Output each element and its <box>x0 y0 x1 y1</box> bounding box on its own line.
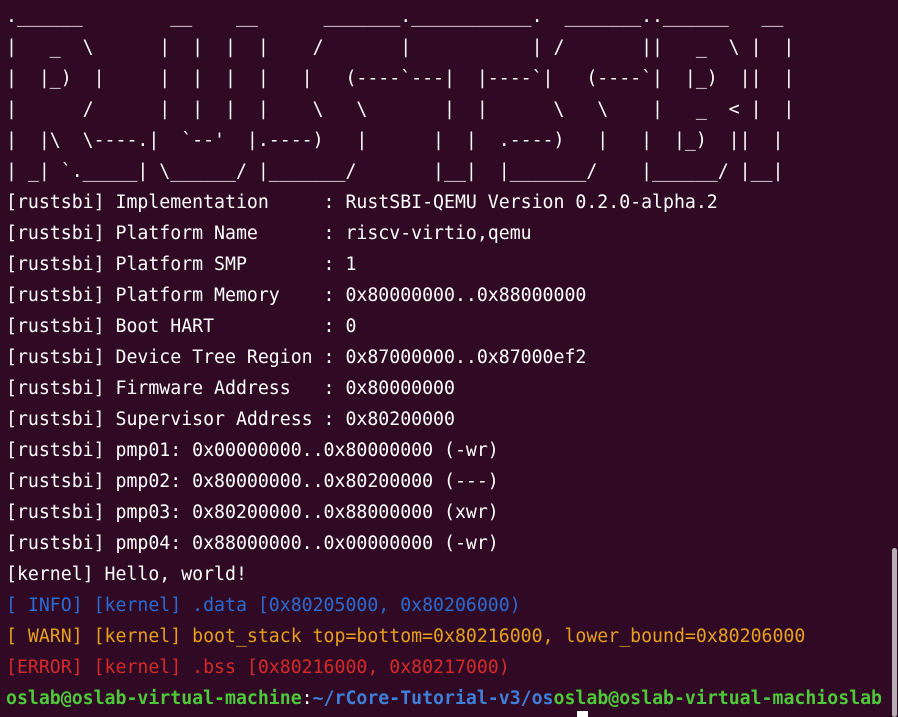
prompt-path: ~/rCore-Tutorial-v3/os <box>312 688 554 709</box>
output-line-platform-smp: [rustsbi] Platform SMP : 1 <box>6 254 357 275</box>
prompt-user-host: oslab@oslab-virtual-machine <box>6 688 302 709</box>
prompt-separator: : <box>301 688 313 709</box>
output-line-kernel-hello: [kernel] Hello, world! <box>6 564 247 585</box>
rustsbi-ascii-logo: .______ __ __ _______.___________. _____… <box>6 6 795 182</box>
output-line-pmp04: [rustsbi] pmp04: 0x88000000..0x00000000 … <box>6 533 499 554</box>
vertical-scrollbar[interactable] <box>892 548 897 717</box>
log-error-line: [ERROR] [kernel] .bss [0x80216000, 0x802… <box>6 657 510 678</box>
output-line-platform-name: [rustsbi] Platform Name : riscv-virtio,q… <box>6 223 532 244</box>
output-line-device-tree-region: [rustsbi] Device Tree Region : 0x8700000… <box>6 347 587 368</box>
shell-prompt-line[interactable]: oslab@oslab-virtual-machine:~/rCore-Tuto… <box>6 683 898 714</box>
text-cursor <box>577 711 588 717</box>
output-line-firmware-address: [rustsbi] Firmware Address : 0x80000000 <box>6 378 455 399</box>
terminal-output: [rustsbi] Implementation : RustSBI-QEMU … <box>6 187 898 714</box>
output-line-supervisor-address: [rustsbi] Supervisor Address : 0x8020000… <box>6 409 455 430</box>
output-line-boot-hart: [rustsbi] Boot HART : 0 <box>6 316 357 337</box>
output-line-pmp03: [rustsbi] pmp03: 0x80200000..0x88000000 … <box>6 502 499 523</box>
terminal-window[interactable]: .______ __ __ _______.___________. _____… <box>0 0 898 717</box>
output-line-implementation: [rustsbi] Implementation : RustSBI-QEMU … <box>6 192 718 213</box>
output-line-pmp02: [rustsbi] pmp02: 0x80000000..0x80200000 … <box>6 471 499 492</box>
log-warn-line: [ WARN] [kernel] boot_stack top=bottom=0… <box>6 626 806 647</box>
output-line-pmp01: [rustsbi] pmp01: 0x00000000..0x80000000 … <box>6 440 499 461</box>
prompt-trailing-text: oslab@oslab-virtual-machioslab <box>553 688 883 709</box>
output-line-platform-memory: [rustsbi] Platform Memory : 0x80000000..… <box>6 285 587 306</box>
log-info-line: [ INFO] [kernel] .data [0x80205000, 0x80… <box>6 595 521 616</box>
